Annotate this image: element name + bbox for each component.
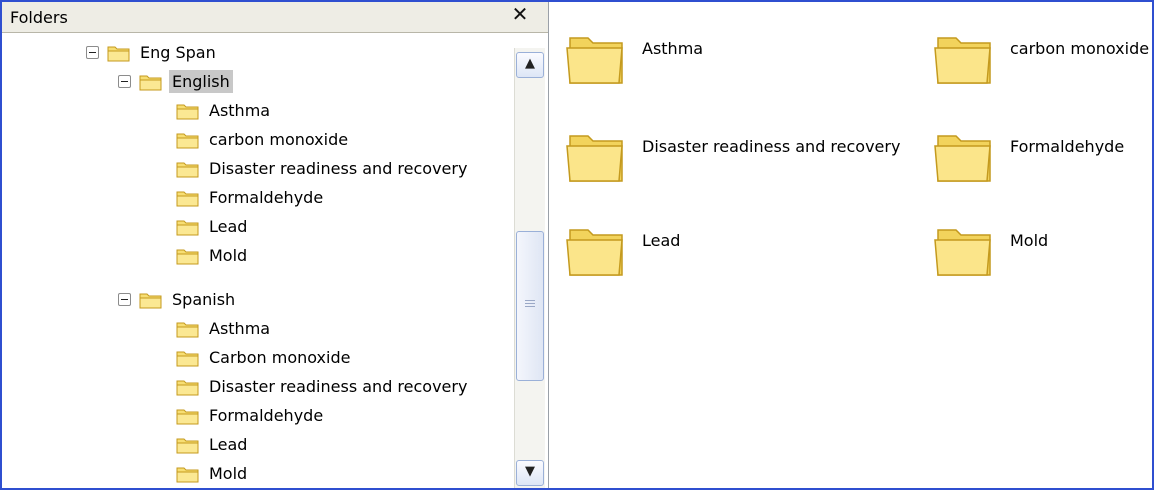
folder-item-label: Asthma (642, 38, 704, 58)
close-icon[interactable]: ✕ (508, 4, 532, 26)
folder-icon (176, 249, 199, 264)
folder-icon (176, 351, 199, 366)
folder-icon (934, 37, 991, 84)
folder-icon (176, 133, 199, 148)
collapse-icon[interactable] (118, 293, 131, 306)
tree-item-label: Asthma (209, 319, 271, 338)
folder-item-label: carbon monoxide (1010, 38, 1150, 58)
folder-icon (934, 135, 991, 182)
folders-pane-header: Folders ✕ (2, 2, 548, 33)
folder-item-asthma[interactable]: Asthma (564, 26, 703, 90)
tree-item-label: Formaldehyde (209, 406, 324, 425)
folder-item-formaldehyde[interactable]: Formaldehyde (932, 124, 1124, 188)
folder-item-lead[interactable]: Lead (564, 218, 680, 282)
folder-icon (176, 438, 199, 453)
tree-item-spanish-disaster[interactable]: Disaster readiness and recovery (176, 372, 470, 401)
tree-item-spanish-asthma[interactable]: Asthma (176, 314, 273, 343)
folder-icon (176, 322, 199, 337)
folder-icon (566, 229, 623, 276)
tree-item-english-formaldehyde[interactable]: Formaldehyde (176, 183, 326, 212)
tree-item-spanish-formaldehyde[interactable]: Formaldehyde (176, 401, 326, 430)
tree-item-label: English (169, 70, 233, 93)
folder-icon (176, 162, 199, 177)
tree-item-spanish-mold[interactable]: Mold (176, 459, 250, 488)
folder-icon (176, 191, 199, 206)
tree-item-spanish-carbon-monoxide[interactable]: Carbon monoxide (176, 343, 353, 372)
tree-item-english-mold[interactable]: Mold (176, 241, 250, 270)
scroll-down-button[interactable]: ▼ (516, 460, 544, 486)
folder-icon (107, 46, 130, 61)
folder-icon (934, 229, 991, 276)
grip-line (525, 300, 535, 301)
folder-icon (176, 220, 199, 235)
tree-item-english-lead[interactable]: Lead (176, 212, 250, 241)
folder-item-carbon-monoxide[interactable]: carbon monoxide (932, 26, 1149, 90)
folder-icon (176, 409, 199, 424)
tree-item-label: Mold (209, 464, 248, 483)
collapse-icon[interactable] (118, 75, 131, 88)
tree-item-spanish-lead[interactable]: Lead (176, 430, 250, 459)
folder-icon (566, 37, 623, 84)
folders-pane: Folders ✕ Eng Span English Asthma carbon… (2, 2, 549, 488)
folder-icon (176, 104, 199, 119)
tree-item-label: Asthma (209, 101, 271, 120)
scroll-up-button[interactable]: ▲ (516, 52, 544, 78)
tree-item-label: Formaldehyde (209, 188, 324, 207)
tree-item-label: Mold (209, 246, 248, 265)
contents-pane: Asthma carbon monoxide Disaster readines… (550, 2, 1152, 488)
folder-item-mold[interactable]: Mold (932, 218, 1048, 282)
folder-icon (176, 380, 199, 395)
tree-item-spanish[interactable]: Spanish (118, 285, 238, 314)
folder-item-label: Disaster readiness and recovery (642, 136, 901, 156)
tree-item-label: Lead (209, 435, 248, 454)
collapse-icon[interactable] (86, 46, 99, 59)
tree-item-label: Eng Span (140, 43, 216, 62)
grip-line (525, 306, 535, 307)
tree-item-label: Disaster readiness and recovery (209, 377, 468, 396)
folder-tree: Eng Span English Asthma carbon monoxide … (2, 33, 514, 488)
tree-item-eng-span[interactable]: Eng Span (86, 38, 219, 67)
folder-icon (139, 293, 162, 308)
scroll-thumb[interactable] (516, 231, 544, 381)
tree-item-label: Disaster readiness and recovery (209, 159, 468, 178)
folder-item-label: Formaldehyde (1010, 136, 1125, 156)
folder-icon (176, 467, 199, 482)
grip-line (525, 303, 535, 304)
explorer-window: Folders ✕ Eng Span English Asthma carbon… (0, 0, 1154, 490)
tree-scrollbar[interactable]: ▲ ▼ (514, 48, 545, 488)
tree-item-english-disaster[interactable]: Disaster readiness and recovery (176, 154, 470, 183)
folder-item-label: Lead (642, 230, 681, 250)
folder-item-label: Mold (1010, 230, 1049, 250)
tree-item-english-asthma[interactable]: Asthma (176, 96, 273, 125)
folder-item-disaster[interactable]: Disaster readiness and recovery (564, 124, 900, 188)
folder-icon (566, 135, 623, 182)
folders-pane-title: Folders (10, 8, 68, 27)
tree-item-english-carbon-monoxide[interactable]: carbon monoxide (176, 125, 351, 154)
tree-item-english[interactable]: English (118, 67, 233, 96)
tree-item-label: Carbon monoxide (209, 348, 351, 367)
folder-icon (139, 75, 162, 90)
tree-item-label: Lead (209, 217, 248, 236)
tree-item-label: carbon monoxide (209, 130, 349, 149)
tree-item-label: Spanish (172, 290, 236, 309)
